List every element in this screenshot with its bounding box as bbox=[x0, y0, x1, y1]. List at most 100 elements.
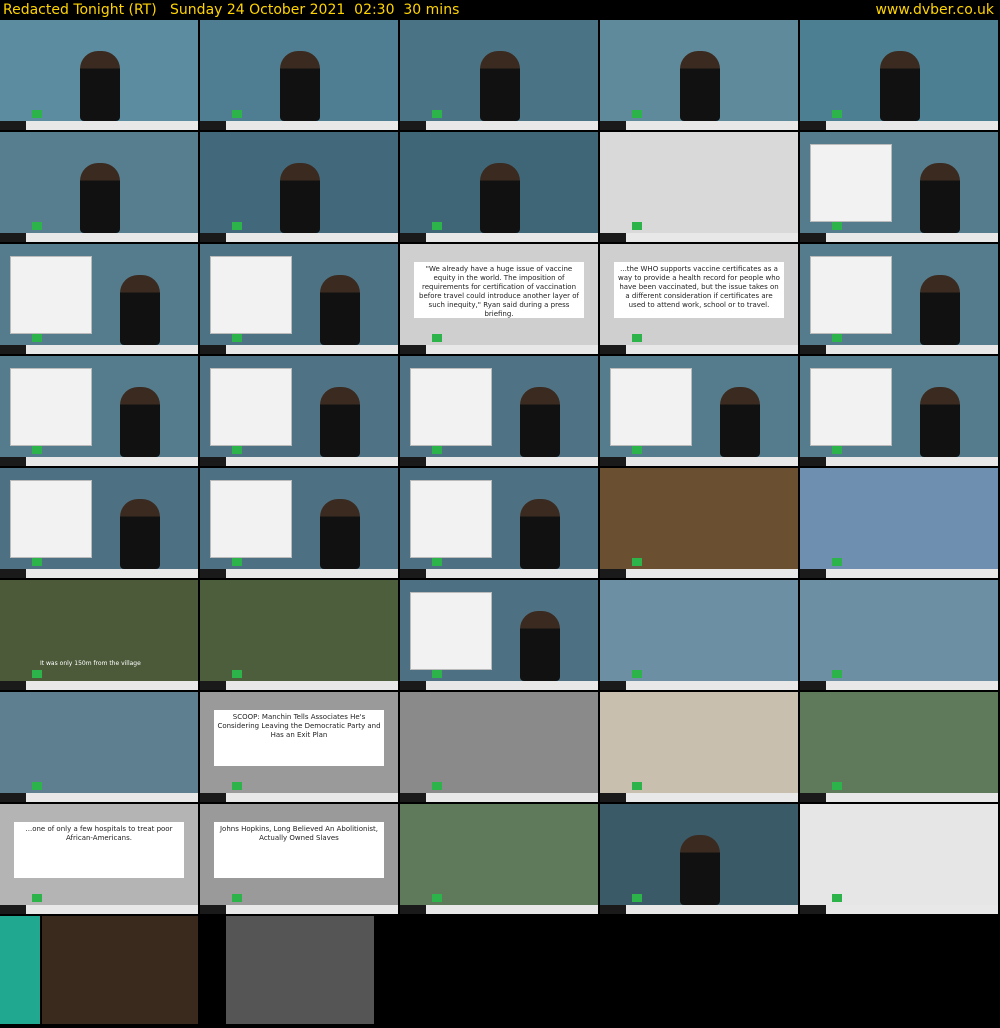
news-ticker bbox=[800, 793, 998, 802]
thumbnail[interactable]: SCOOP: Manchin Tells Associates He's Con… bbox=[200, 692, 398, 802]
channel-logo-icon bbox=[432, 446, 442, 454]
presenter bbox=[320, 499, 360, 569]
channel-logo-icon bbox=[32, 670, 42, 678]
thumbnail[interactable] bbox=[0, 356, 198, 466]
thumbnail[interactable] bbox=[0, 916, 40, 1024]
thumbnail[interactable]: ...the WHO supports vaccine certificates… bbox=[600, 244, 798, 354]
thumbnail[interactable] bbox=[800, 804, 998, 914]
thumbnail[interactable] bbox=[800, 132, 998, 242]
channel-logo-icon bbox=[232, 110, 242, 118]
newspaper-card bbox=[810, 144, 892, 222]
thumbnail[interactable]: Johns Hopkins, Long Believed An Abolitio… bbox=[200, 804, 398, 914]
thumbnail[interactable] bbox=[600, 468, 798, 578]
thumbnail[interactable] bbox=[600, 580, 798, 690]
thumbnail[interactable] bbox=[600, 692, 798, 802]
thumbnail[interactable] bbox=[400, 132, 598, 242]
channel-logo-icon bbox=[232, 670, 242, 678]
thumbnail[interactable] bbox=[200, 20, 398, 130]
newspaper-card bbox=[610, 368, 692, 446]
header-bar: Redacted Tonight (RT) Sunday 24 October … bbox=[0, 0, 1000, 20]
thumbnail[interactable] bbox=[0, 132, 198, 242]
presenter bbox=[680, 835, 720, 905]
thumbnail[interactable] bbox=[400, 804, 598, 914]
quote-box: SCOOP: Manchin Tells Associates He's Con… bbox=[214, 710, 384, 766]
presenter bbox=[920, 163, 960, 233]
channel-logo-icon bbox=[432, 558, 442, 566]
thumbnail[interactable] bbox=[400, 356, 598, 466]
thumbnail[interactable] bbox=[0, 20, 198, 130]
thumbnail[interactable] bbox=[400, 20, 598, 130]
presenter bbox=[120, 499, 160, 569]
channel-logo-icon bbox=[232, 334, 242, 342]
thumbnail[interactable] bbox=[200, 132, 398, 242]
channel-logo-icon bbox=[32, 110, 42, 118]
newspaper-card bbox=[810, 368, 892, 446]
site-link[interactable]: www.dvber.co.uk bbox=[875, 0, 994, 20]
news-ticker bbox=[0, 793, 198, 802]
thumbnail[interactable] bbox=[400, 580, 598, 690]
channel-logo-icon bbox=[832, 670, 842, 678]
news-ticker bbox=[200, 905, 398, 914]
news-ticker bbox=[400, 121, 598, 130]
thumbnail[interactable] bbox=[800, 692, 998, 802]
thumbnail[interactable] bbox=[200, 580, 398, 690]
news-ticker bbox=[600, 457, 798, 466]
thumbnail[interactable] bbox=[600, 804, 798, 914]
presenter bbox=[80, 51, 120, 121]
news-ticker bbox=[0, 233, 198, 242]
presenter bbox=[920, 387, 960, 457]
news-ticker bbox=[200, 569, 398, 578]
channel-logo-icon bbox=[32, 334, 42, 342]
news-ticker bbox=[800, 681, 998, 690]
thumbnail[interactable] bbox=[800, 356, 998, 466]
presenter bbox=[120, 387, 160, 457]
thumbnail[interactable] bbox=[200, 468, 398, 578]
thumbnail[interactable]: "We already have a huge issue of vaccine… bbox=[400, 244, 598, 354]
presenter bbox=[80, 163, 120, 233]
channel-logo-icon bbox=[632, 222, 642, 230]
news-ticker bbox=[0, 569, 198, 578]
channel-logo-icon bbox=[832, 558, 842, 566]
thumbnail[interactable] bbox=[0, 244, 198, 354]
quote-box: "We already have a huge issue of vaccine… bbox=[414, 262, 584, 318]
newspaper-card bbox=[210, 368, 292, 446]
thumbnail[interactable] bbox=[42, 916, 198, 1024]
newspaper-card bbox=[10, 256, 92, 334]
presenter bbox=[720, 387, 760, 457]
channel-logo-icon bbox=[32, 558, 42, 566]
thumbnail[interactable] bbox=[800, 468, 998, 578]
news-ticker bbox=[200, 233, 398, 242]
thumbnail[interactable] bbox=[600, 132, 798, 242]
thumbnail[interactable] bbox=[400, 468, 598, 578]
thumbnail[interactable] bbox=[226, 916, 374, 1024]
thumbnail[interactable] bbox=[400, 692, 598, 802]
thumbnail[interactable] bbox=[600, 20, 798, 130]
thumbnail[interactable] bbox=[0, 692, 198, 802]
news-ticker bbox=[400, 793, 598, 802]
channel-logo-icon bbox=[232, 782, 242, 790]
channel-logo-icon bbox=[232, 894, 242, 902]
channel-logo-icon bbox=[632, 446, 642, 454]
channel-logo-icon bbox=[832, 110, 842, 118]
thumbnail[interactable] bbox=[800, 580, 998, 690]
newspaper-card bbox=[810, 256, 892, 334]
thumbnail[interactable] bbox=[800, 244, 998, 354]
channel-logo-icon bbox=[832, 334, 842, 342]
thumbnail[interactable]: ...one of only a few hospitals to treat … bbox=[0, 804, 198, 914]
thumbnail[interactable] bbox=[600, 356, 798, 466]
news-ticker bbox=[400, 569, 598, 578]
channel-logo-icon bbox=[832, 222, 842, 230]
channel-logo-icon bbox=[432, 334, 442, 342]
news-ticker bbox=[800, 569, 998, 578]
thumbnail[interactable] bbox=[200, 356, 398, 466]
newspaper-card bbox=[210, 480, 292, 558]
thumbnail[interactable] bbox=[200, 244, 398, 354]
news-ticker bbox=[0, 457, 198, 466]
thumbnail[interactable] bbox=[0, 468, 198, 578]
thumbnail[interactable]: It was only 150m from the village bbox=[0, 580, 198, 690]
channel-logo-icon bbox=[232, 446, 242, 454]
news-ticker bbox=[0, 681, 198, 690]
presenter bbox=[480, 163, 520, 233]
channel-logo-icon bbox=[632, 558, 642, 566]
thumbnail[interactable] bbox=[800, 20, 998, 130]
